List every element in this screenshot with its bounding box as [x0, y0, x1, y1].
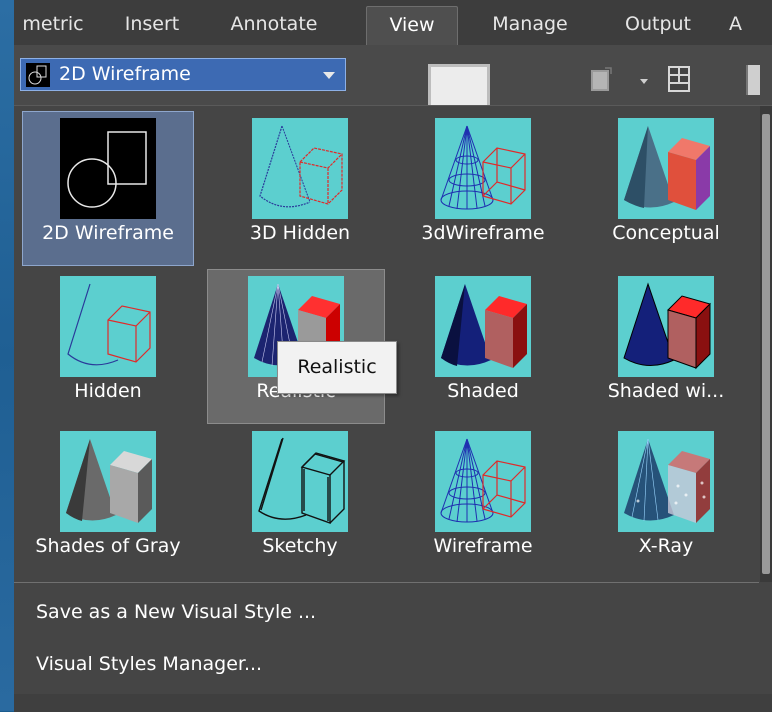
3d-wireframe-thumbnail-icon: [435, 118, 531, 219]
gallery-item-3dwireframe[interactable]: 3dWireframe: [397, 111, 569, 266]
ribbon-panel: 2D Wireframe: [14, 45, 772, 114]
tab-output[interactable]: Output: [608, 6, 708, 45]
tooltip: Realistic: [277, 341, 397, 394]
x-ray-thumbnail-icon: [618, 431, 714, 532]
visual-styles-gallery: 2D Wireframe 3D Hidden 3dWireframe Conce…: [14, 105, 772, 712]
chevron-down-icon[interactable]: [640, 79, 648, 84]
shades-of-gray-thumbnail-icon: [60, 431, 156, 532]
tab-insert[interactable]: Insert: [111, 6, 193, 45]
document-icon[interactable]: [589, 67, 613, 93]
gallery-item-x-ray[interactable]: X-Ray: [580, 424, 752, 579]
ribbon-tab-bar: metric Insert Annotate View Manage Outpu…: [14, 0, 772, 46]
gallery-item-shaded-with-edges[interactable]: Shaded wi...: [580, 269, 752, 424]
visual-style-dropdown[interactable]: 2D Wireframe: [20, 58, 346, 91]
scrollbar-thumb[interactable]: [762, 114, 770, 574]
tab-annotate[interactable]: Annotate: [214, 6, 334, 45]
shaded-thumbnail-icon: [435, 276, 531, 377]
gallery-item-shades-of-gray[interactable]: Shades of Gray: [22, 424, 194, 579]
visual-style-value: 2D Wireframe: [59, 63, 191, 85]
gallery-item-label: Wireframe: [433, 535, 533, 557]
gallery-item-2d-wireframe[interactable]: 2D Wireframe: [22, 111, 194, 266]
gallery-item-label: 3dWireframe: [421, 222, 545, 244]
conceptual-thumbnail-icon: [618, 118, 714, 219]
menu-divider: [14, 582, 759, 583]
gallery-item-sketchy[interactable]: Sketchy: [214, 424, 386, 579]
3d-hidden-thumbnail-icon: [252, 118, 348, 219]
gallery-item-label: 2D Wireframe: [42, 222, 174, 244]
ribbon-overflow-button[interactable]: [746, 65, 760, 95]
sketchy-thumbnail-icon: [252, 431, 348, 532]
tab-addins[interactable]: A: [729, 6, 772, 45]
application-window: metric Insert Annotate View Manage Outpu…: [14, 0, 772, 712]
gallery-item-label: Conceptual: [612, 222, 720, 244]
chevron-down-icon: [323, 72, 335, 79]
layout-grid-icon[interactable]: [667, 65, 691, 93]
gallery-item-label: Shaded: [447, 380, 519, 402]
wireframe-thumbnail-icon: [435, 431, 531, 532]
gallery-item-wireframe[interactable]: Wireframe: [397, 424, 569, 579]
gallery-item-label: 3D Hidden: [249, 222, 351, 244]
gallery-item-label: Sketchy: [262, 535, 338, 557]
gallery-item-label: Shades of Gray: [35, 535, 181, 557]
tab-parametric[interactable]: metric: [14, 6, 92, 45]
gallery-resize-strip[interactable]: [14, 694, 772, 712]
gallery-item-label: X-Ray: [638, 535, 694, 557]
gallery-item-conceptual[interactable]: Conceptual: [580, 111, 752, 266]
visual-styles-manager-menu-item[interactable]: Visual Styles Manager...: [36, 647, 262, 681]
2d-wireframe-small-icon: [26, 63, 50, 87]
save-as-new-visual-style-menu-item[interactable]: Save as a New Visual Style ...: [36, 595, 316, 629]
gallery-item-3d-hidden[interactable]: 3D Hidden: [214, 111, 386, 266]
gallery-item-hidden[interactable]: Hidden: [22, 269, 194, 424]
gallery-item-label: Shaded wi...: [607, 380, 725, 402]
hidden-thumbnail-icon: [60, 276, 156, 377]
2d-wireframe-thumbnail-icon: [60, 118, 156, 219]
tab-view[interactable]: View: [366, 6, 458, 46]
desktop-background: [0, 0, 14, 711]
shaded-with-edges-thumbnail-icon: [618, 276, 714, 377]
gallery-scrollbar[interactable]: [760, 106, 772, 582]
gallery-item-shaded[interactable]: Shaded: [397, 269, 569, 424]
tab-manage[interactable]: Manage: [471, 6, 589, 45]
gallery-item-label: Hidden: [74, 380, 142, 402]
